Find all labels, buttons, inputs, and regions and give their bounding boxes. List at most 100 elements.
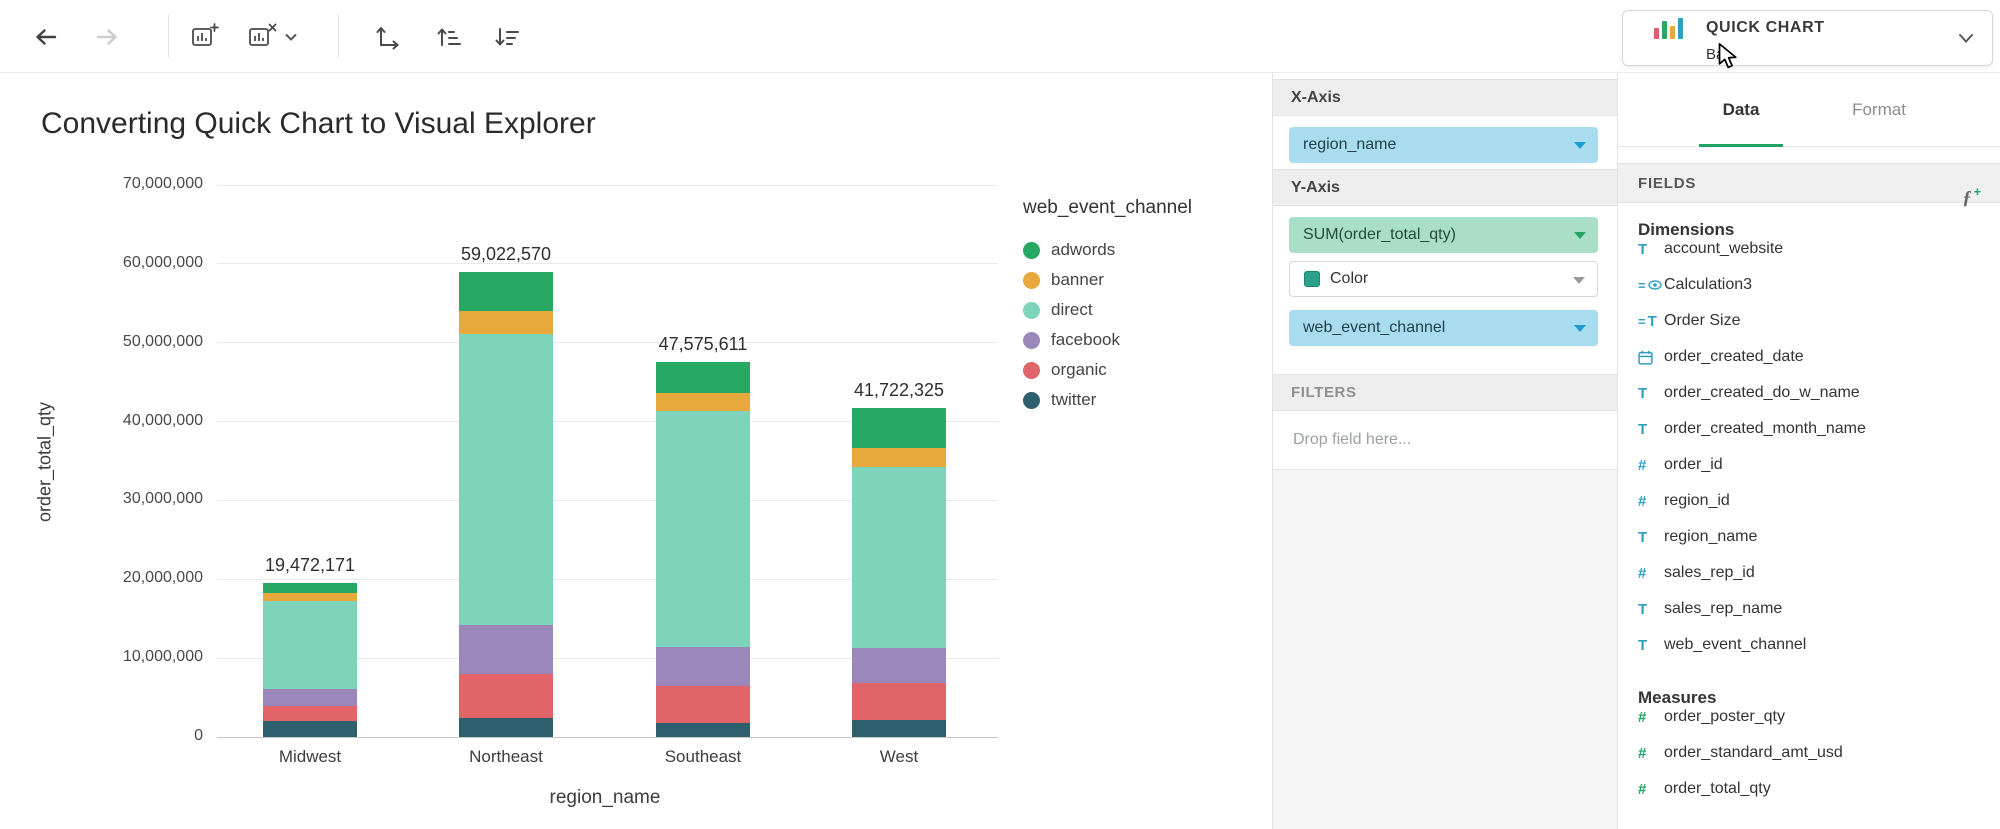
field-row-order-standard-amt-usd[interactable]: #order_standard_amt_usd (1618, 735, 2000, 771)
bar-segment-organic-Southeast[interactable] (656, 686, 750, 723)
pill-caret-icon[interactable] (1574, 232, 1586, 239)
bar-segment-direct-Southeast[interactable] (656, 411, 750, 647)
bar-segment-banner-West[interactable] (852, 448, 946, 468)
y-tick-label: 20,000,000 (53, 569, 203, 587)
color-field-pill[interactable]: web_event_channel (1289, 310, 1598, 346)
bar-segment-organic-Midwest[interactable] (263, 706, 357, 721)
y-axis-field-label: SUM(order_total_qty) (1303, 226, 1456, 244)
back-button[interactable] (29, 20, 63, 54)
legend-item-direct[interactable]: direct (1023, 295, 1192, 325)
bar-segment-twitter-West[interactable] (852, 720, 946, 737)
legend-label: facebook (1051, 330, 1120, 350)
field-label: order_total_qty (1664, 780, 1771, 798)
legend-item-twitter[interactable]: twitter (1023, 385, 1192, 415)
y-axis-field-pill[interactable]: SUM(order_total_qty) (1289, 217, 1598, 253)
color-pill-label: Color (1330, 270, 1368, 288)
legend-swatch (1023, 272, 1040, 289)
field-row-order-poster-qty[interactable]: #order_poster_qty (1618, 707, 2000, 735)
number-field-icon: # (1638, 565, 1664, 582)
tab-data[interactable]: Data (1696, 73, 1786, 147)
pill-caret-icon[interactable] (1573, 277, 1585, 284)
bar-segment-organic-West[interactable] (852, 683, 946, 720)
quick-chart-selected-type[interactable]: Bar (1706, 45, 1992, 65)
field-row-sales-rep-id[interactable]: #sales_rep_id (1618, 555, 2000, 591)
bar-segment-adwords-West[interactable] (852, 408, 946, 448)
tab-data-label: Data (1723, 100, 1760, 119)
y-axis-section-header: Y-Axis (1273, 169, 1617, 206)
field-row-calculation3[interactable]: =Calculation3 (1618, 267, 2000, 303)
tab-format[interactable]: Format (1829, 73, 1929, 147)
legend-item-banner[interactable]: banner (1023, 265, 1192, 295)
bar-segment-twitter-Midwest[interactable] (263, 721, 357, 737)
field-label: region_id (1664, 492, 1730, 510)
legend-item-adwords[interactable]: adwords (1023, 235, 1192, 265)
forward-arrow-icon (92, 23, 122, 51)
x-axis-field-pill[interactable]: region_name (1289, 127, 1598, 163)
pill-caret-icon[interactable] (1574, 325, 1586, 332)
bar-segment-banner-Northeast[interactable] (459, 311, 553, 334)
field-row-order-created-month-name[interactable]: Torder_created_month_name (1618, 411, 2000, 447)
bar-segment-adwords-Midwest[interactable] (263, 583, 357, 592)
sort-ascending-button[interactable] (431, 20, 465, 54)
filter-drop-zone[interactable]: Drop field here... (1273, 411, 1617, 470)
field-row-order-created-date[interactable]: order_created_date (1618, 339, 2000, 375)
mouse-cursor (1714, 42, 1740, 72)
x-axis-section-header: X-Axis (1273, 79, 1617, 116)
chevron-down-icon[interactable] (1958, 33, 1974, 44)
chart-legend: web_event_channel adwordsbannerdirect fac… (1023, 197, 1192, 415)
field-label: sales_rep_id (1664, 564, 1755, 582)
bar-segment-adwords-Southeast[interactable] (656, 362, 750, 393)
add-calculated-field-icon[interactable]: ƒ+ (1962, 172, 1982, 217)
field-row-account-website[interactable]: Taccount_website (1618, 239, 2000, 267)
field-row-region-id[interactable]: #region_id (1618, 483, 2000, 519)
x-axis-field-label: region_name (1303, 136, 1396, 154)
sort-descending-button[interactable] (489, 20, 523, 54)
y-tick-label: 0 (53, 727, 203, 745)
quick-chart-dropdown[interactable]: QUICK CHART Bar (1622, 10, 1993, 66)
bar-segment-direct-Northeast[interactable] (459, 334, 553, 625)
field-row-order-created-do-w-name[interactable]: Torder_created_do_w_name (1618, 375, 2000, 411)
bar-segment-direct-Midwest[interactable] (263, 601, 357, 689)
text-field-icon: T (1638, 637, 1664, 654)
chart-type-caret-button[interactable] (281, 20, 301, 54)
forward-button[interactable] (90, 20, 124, 54)
remove-chart-button[interactable] (245, 20, 279, 54)
bar-segment-twitter-Southeast[interactable] (656, 723, 750, 737)
field-row-order-size[interactable]: =TOrder Size (1618, 303, 2000, 339)
add-chart-button[interactable] (187, 20, 221, 54)
bar-segment-facebook-Midwest[interactable] (263, 689, 357, 706)
legend-swatch (1023, 332, 1040, 349)
color-swatch (1304, 271, 1320, 287)
field-row-web-event-channel[interactable]: Tweb_event_channel (1618, 627, 2000, 663)
legend-item-facebook[interactable]: facebook (1023, 325, 1192, 355)
color-pill[interactable]: Color (1289, 261, 1598, 297)
field-label: Calculation3 (1664, 276, 1752, 294)
gridline (217, 185, 998, 186)
legend-item-organic[interactable]: organic (1023, 355, 1192, 385)
bar-segment-facebook-West[interactable] (852, 648, 946, 683)
bar-segment-organic-Northeast[interactable] (459, 674, 553, 718)
field-row-sales-rep-name[interactable]: Tsales_rep_name (1618, 591, 2000, 627)
field-label: order_created_month_name (1664, 420, 1866, 438)
y-tick-label: 50,000,000 (53, 333, 203, 351)
pill-caret-icon[interactable] (1574, 142, 1586, 149)
bar-segment-facebook-Northeast[interactable] (459, 625, 553, 674)
bar-segment-facebook-Southeast[interactable] (656, 647, 750, 686)
bar-segment-direct-West[interactable] (852, 467, 946, 648)
quick-chart-label: QUICK CHART (1706, 19, 1825, 37)
back-arrow-icon (31, 23, 61, 51)
field-row-order-id[interactable]: #order_id (1618, 447, 2000, 483)
swap-axes-button[interactable] (371, 20, 405, 54)
measures-heading: Measures (1618, 689, 2000, 707)
chart-title: Converting Quick Chart to Visual Explore… (41, 107, 596, 141)
field-label: account_website (1664, 240, 1783, 258)
field-row-order-total-qty[interactable]: #order_total_qty (1618, 771, 2000, 807)
bar-segment-twitter-Northeast[interactable] (459, 718, 553, 737)
legend-label: organic (1051, 360, 1107, 380)
field-row-region-name[interactable]: Tregion_name (1618, 519, 2000, 555)
bar-segment-banner-Midwest[interactable] (263, 593, 357, 601)
gridline (217, 342, 998, 343)
bar-segment-banner-Southeast[interactable] (656, 393, 750, 411)
legend-title: web_event_channel (1023, 197, 1192, 219)
bar-segment-adwords-Northeast[interactable] (459, 272, 553, 312)
